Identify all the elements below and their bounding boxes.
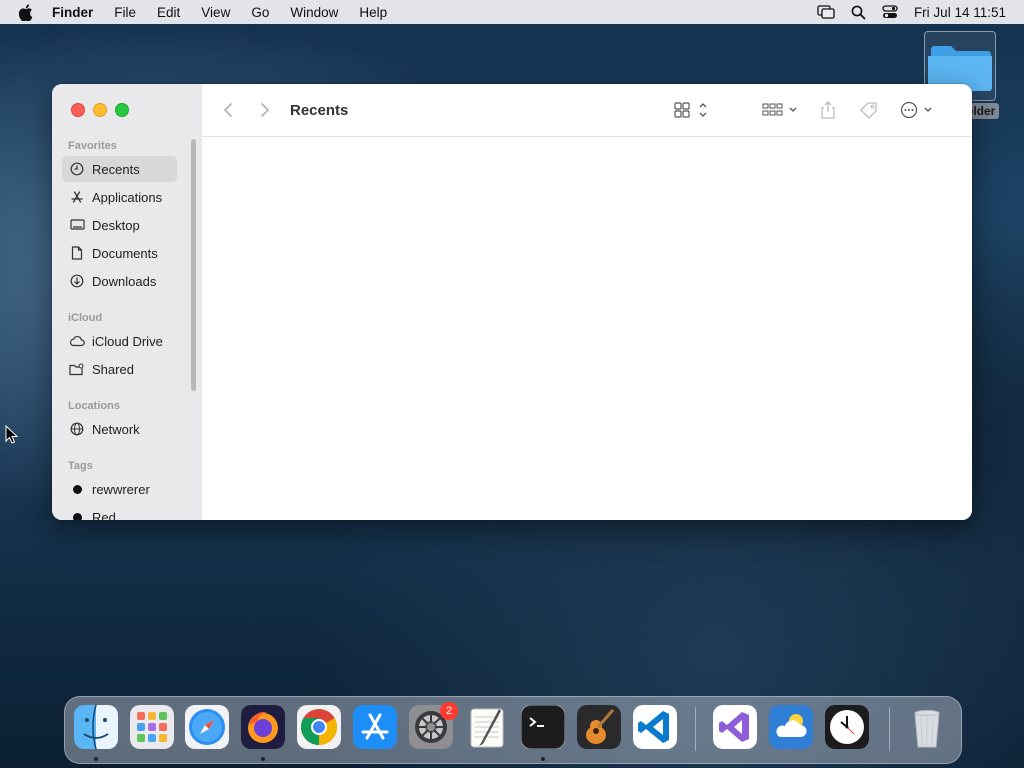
finder-sidebar: Favorites Recents Applications Desktop D… xyxy=(52,84,203,520)
sidebar-item-applications[interactable]: Applications xyxy=(62,184,177,210)
group-by-icon[interactable] xyxy=(762,84,800,136)
finder-icon[interactable] xyxy=(74,704,118,750)
zoom-button[interactable] xyxy=(115,103,129,117)
sidebar-section-icloud: iCloud xyxy=(68,312,103,324)
sidebar-item-icloud-drive[interactable]: iCloud Drive xyxy=(62,328,177,354)
safari-icon[interactable] xyxy=(185,705,229,749)
tag-icon[interactable] xyxy=(859,84,879,136)
sidebar-item-shared[interactable]: Shared xyxy=(62,356,177,382)
visual-studio-icon[interactable] xyxy=(713,705,757,749)
running-indicator xyxy=(261,757,265,761)
share-icon[interactable] xyxy=(820,84,836,136)
sidebar-item-label: rewwrerer xyxy=(92,481,150,497)
sidebar-item-label: Desktop xyxy=(92,217,140,233)
dock-separator xyxy=(695,707,696,751)
clock-app-icon[interactable] xyxy=(825,705,869,749)
menu-clock[interactable]: Fri Jul 14 11:51 xyxy=(914,5,1006,20)
weather-icon[interactable] xyxy=(769,705,813,749)
tag-color-dot xyxy=(69,509,85,520)
apple-menu-icon[interactable] xyxy=(18,3,36,21)
sidebar-item-label: iCloud Drive xyxy=(92,333,163,349)
sidebar-item-desktop[interactable]: Desktop xyxy=(62,212,177,238)
sidebar-item-label: Applications xyxy=(92,189,163,205)
sidebar-section-favorites: Favorites xyxy=(68,140,117,152)
terminal-icon[interactable] xyxy=(520,704,566,750)
menu-go[interactable]: Go xyxy=(251,5,269,20)
cloud-icon xyxy=(69,333,85,349)
document-icon xyxy=(69,245,85,261)
more-actions-icon[interactable] xyxy=(900,84,936,136)
sidebar-section-locations: Locations xyxy=(68,400,120,412)
chrome-icon[interactable] xyxy=(297,705,341,749)
minimize-button[interactable] xyxy=(93,103,107,117)
close-button[interactable] xyxy=(71,103,85,117)
textedit-icon[interactable] xyxy=(465,705,509,749)
running-indicator xyxy=(541,757,545,761)
sidebar-item-label: Recents xyxy=(92,161,140,177)
menu-edit[interactable]: Edit xyxy=(157,5,180,20)
sidebar-item-label: Downloads xyxy=(92,273,157,289)
sidebar-item-label: Shared xyxy=(92,361,134,377)
menu-window[interactable]: Window xyxy=(290,5,338,20)
finder-toolbar: Recents xyxy=(202,84,972,137)
menu-bar: Finder File Edit View Go Window Help Fri… xyxy=(0,0,1024,24)
desktop-icon xyxy=(69,217,85,233)
menu-view[interactable]: View xyxy=(201,5,230,20)
window-controls xyxy=(71,103,129,117)
trash-icon[interactable] xyxy=(905,705,949,749)
sidebar-item-network[interactable]: Network xyxy=(62,416,177,442)
garageband-icon[interactable] xyxy=(577,705,621,749)
sidebar-item-label: Documents xyxy=(92,245,158,261)
launchpad-icon[interactable] xyxy=(130,705,174,749)
file-browser-content[interactable] xyxy=(202,137,972,520)
vscode-icon[interactable] xyxy=(633,705,677,749)
screen-mirroring-icon[interactable] xyxy=(817,5,835,19)
menu-file[interactable]: File xyxy=(114,5,136,20)
app-store-icon[interactable] xyxy=(353,705,397,749)
spotlight-search-icon[interactable] xyxy=(851,5,866,20)
sidebar-item-downloads[interactable]: Downloads xyxy=(62,268,177,294)
dock-separator xyxy=(889,707,890,751)
control-center-icon[interactable] xyxy=(882,5,898,19)
shared-folder-icon xyxy=(69,361,85,377)
notification-badge: 2 xyxy=(440,702,458,720)
sidebar-item-label: Red xyxy=(92,509,116,521)
finder-window: Favorites Recents Applications Desktop D… xyxy=(52,84,972,520)
download-icon xyxy=(69,273,85,289)
menu-app-name[interactable]: Finder xyxy=(52,5,93,20)
menu-help[interactable]: Help xyxy=(359,5,387,20)
dock xyxy=(64,696,962,764)
sidebar-item-tag-red[interactable]: Red xyxy=(62,504,177,520)
firefox-icon[interactable] xyxy=(241,705,285,749)
running-indicator xyxy=(94,757,98,761)
window-title: Recents xyxy=(290,101,349,119)
applications-icon xyxy=(69,189,85,205)
sidebar-item-recents[interactable]: Recents xyxy=(62,156,177,182)
forward-chevron-icon[interactable] xyxy=(259,84,271,136)
view-grid-icon[interactable] xyxy=(674,84,710,136)
sidebar-scrollbar[interactable] xyxy=(191,139,196,391)
mouse-pointer-icon xyxy=(5,424,19,450)
sidebar-section-tags: Tags xyxy=(68,460,93,472)
sidebar-item-label: Network xyxy=(92,421,140,437)
clock-icon xyxy=(69,161,85,177)
back-chevron-icon[interactable] xyxy=(222,84,234,136)
tag-color-dot xyxy=(69,481,85,497)
sidebar-item-documents[interactable]: Documents xyxy=(62,240,177,266)
sidebar-item-tag-rewwrerer[interactable]: rewwrerer xyxy=(62,476,177,502)
globe-icon xyxy=(69,421,85,437)
